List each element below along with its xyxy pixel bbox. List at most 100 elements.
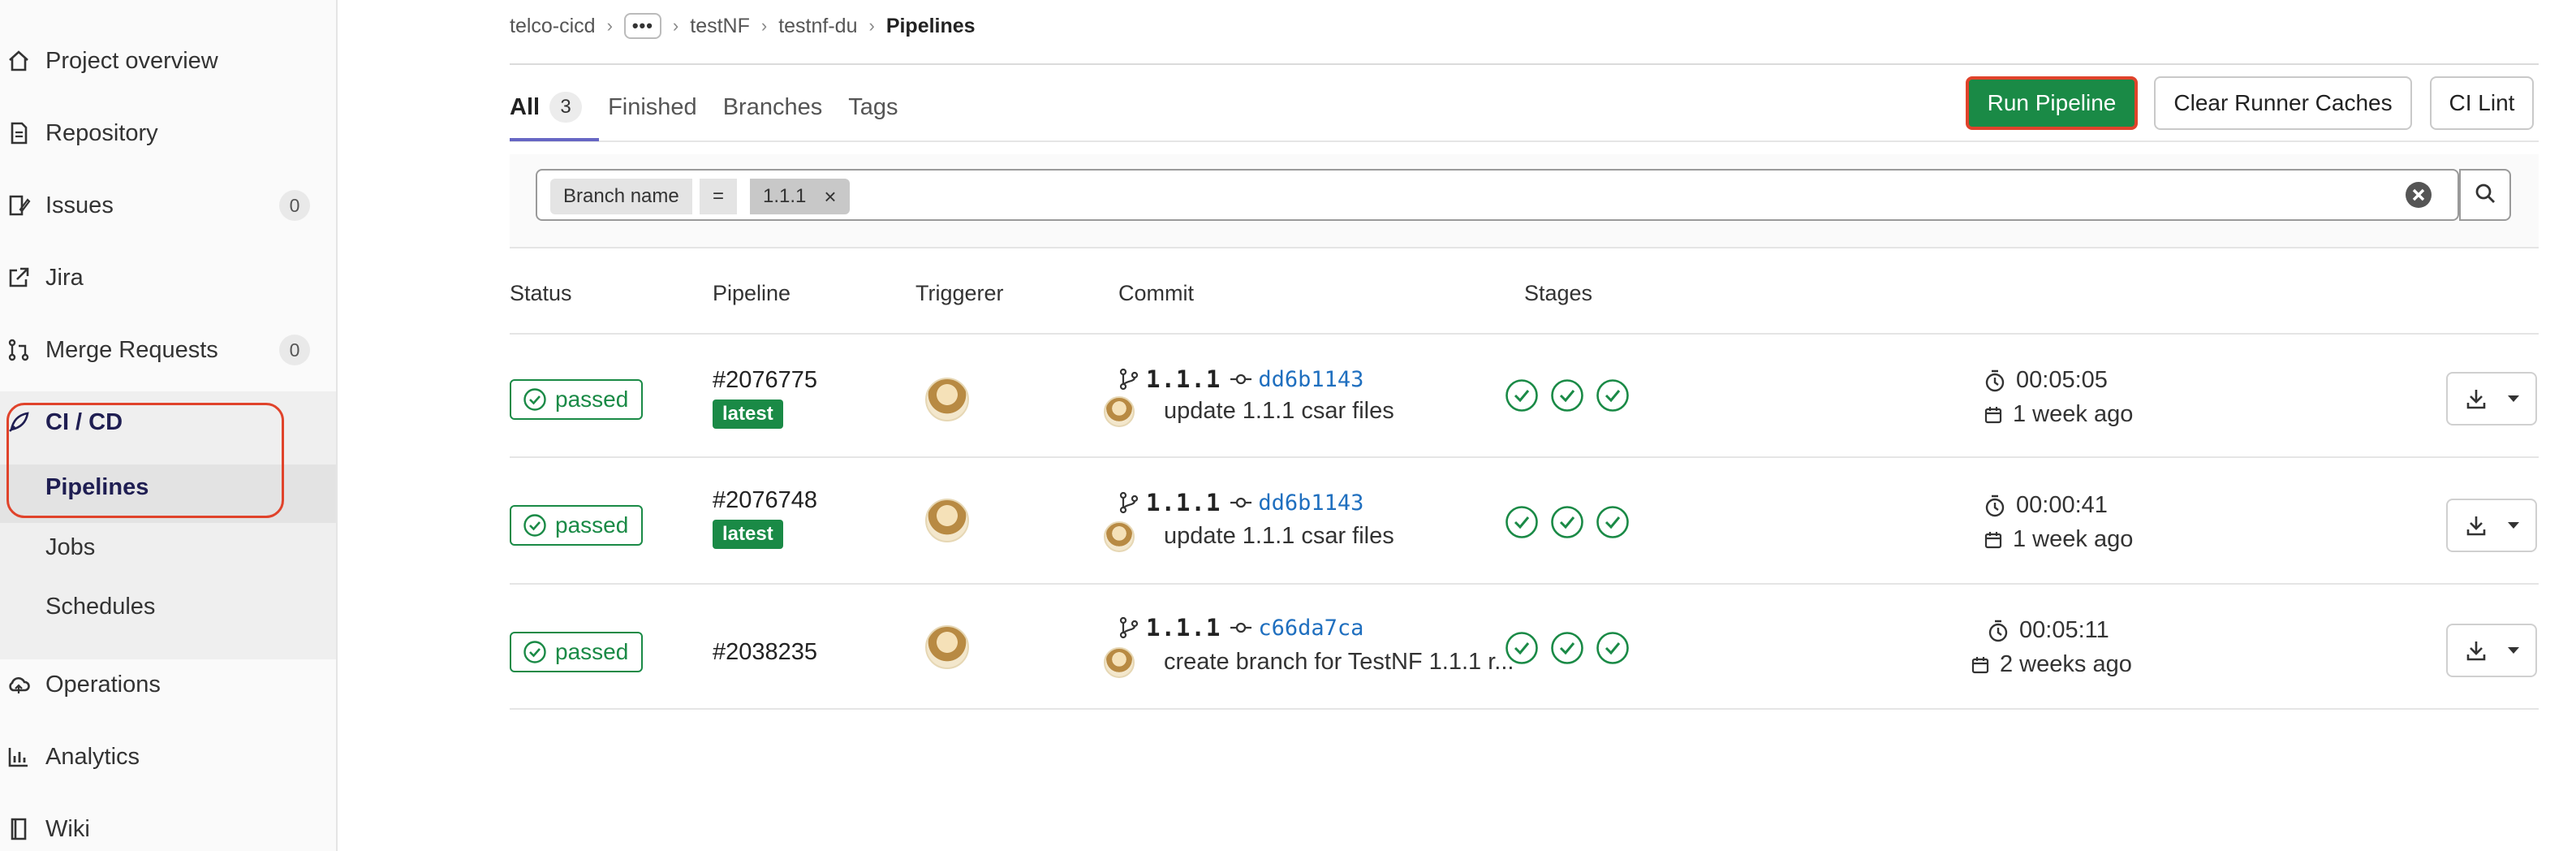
status-badge[interactable]: passed — [510, 379, 643, 420]
clear-search-icon[interactable] — [2404, 180, 2433, 210]
download-icon — [2466, 390, 2486, 409]
chevron-down-icon — [2508, 395, 2519, 402]
status-badge[interactable]: passed — [510, 632, 643, 672]
stage-passed-icon[interactable] — [1596, 631, 1630, 665]
stage-passed-icon[interactable] — [1596, 505, 1630, 539]
commit-ref: 1.1.1 dd6b1143 — [1118, 365, 1363, 393]
divider — [510, 583, 2539, 585]
sidebar-item-label: Merge Requests — [45, 336, 218, 363]
branch-icon — [1119, 368, 1139, 391]
sidebar-item-wiki[interactable]: Wiki — [0, 801, 336, 851]
stage-passed-icon[interactable] — [1550, 631, 1584, 665]
timer-icon — [1985, 369, 2005, 391]
stage-passed-icon[interactable] — [1505, 505, 1539, 539]
pipeline-tabs: All 3 Finished Branches Tags — [510, 73, 924, 141]
commit-author-avatar[interactable] — [1104, 396, 1135, 427]
sidebar-subitem-schedules[interactable]: Schedules — [45, 594, 155, 620]
chevron-down-icon — [2508, 647, 2519, 654]
sidebar-item-repository[interactable]: Repository — [0, 105, 336, 162]
commit-message-link[interactable]: update 1.1.1 csar files — [1164, 523, 1394, 550]
filter-token-name[interactable]: Branch name — [550, 179, 692, 214]
breadcrumb-more-button[interactable]: ••• — [623, 13, 661, 39]
tab-count-badge: 3 — [549, 92, 583, 123]
stage-passed-icon[interactable] — [1550, 505, 1584, 539]
commit-message-link[interactable]: create branch for TestNF 1.1.1 r... — [1164, 649, 1514, 676]
sidebar-item-label: Jira — [45, 264, 84, 291]
stage-passed-icon[interactable] — [1550, 378, 1584, 413]
pipeline-id-link[interactable]: #2076748 — [713, 487, 817, 514]
duration: 00:00:41 — [1984, 492, 2108, 519]
filter-token-operator[interactable]: = — [700, 179, 738, 214]
pipeline-id-link[interactable]: #2076775 — [713, 367, 817, 394]
breadcrumb-item-subgroup[interactable]: testNF — [690, 15, 750, 38]
highlight-annotation-box — [6, 403, 284, 518]
ci-lint-button[interactable]: CI Lint — [2430, 76, 2534, 130]
avatar[interactable] — [925, 499, 969, 542]
status-badge[interactable]: passed — [510, 505, 643, 546]
tab-label: Finished — [608, 93, 697, 120]
document-icon — [5, 119, 32, 147]
chevron-right-icon: › — [868, 15, 875, 36]
stage-passed-icon[interactable] — [1505, 631, 1539, 665]
download-artifacts-button[interactable] — [2446, 499, 2537, 552]
sidebar-item-jira[interactable]: Jira — [0, 249, 336, 306]
commit-ref: 1.1.1 c66da7ca — [1118, 614, 1363, 641]
duration-text: 00:05:11 — [2019, 617, 2109, 643]
commit-ref: 1.1.1 dd6b1143 — [1118, 489, 1363, 516]
tab-label: All — [510, 93, 541, 120]
tab-finished[interactable]: Finished — [608, 73, 697, 141]
commit-author-avatar[interactable] — [1104, 647, 1135, 678]
sidebar-item-merge-requests[interactable]: Merge Requests 0 — [0, 322, 336, 378]
commit-author-avatar[interactable] — [1104, 521, 1135, 552]
filtered-search-input[interactable]: Branch name = 1.1.1 × — [536, 169, 2459, 221]
breadcrumb-item-project[interactable]: testnf-du — [778, 15, 857, 38]
branch-ref-link[interactable]: 1.1.1 — [1146, 365, 1221, 393]
pipeline-id-link[interactable]: #2038235 — [713, 639, 817, 666]
download-artifacts-button[interactable] — [2446, 624, 2537, 677]
stage-passed-icon[interactable] — [1505, 378, 1539, 413]
commit-sha-link[interactable]: dd6b1143 — [1258, 367, 1363, 392]
divider — [510, 140, 2539, 142]
chevron-right-icon: › — [672, 15, 679, 36]
commit-message-link[interactable]: update 1.1.1 csar files — [1164, 398, 1394, 425]
search-button[interactable] — [2459, 169, 2511, 221]
issues-count-badge: 0 — [279, 190, 310, 221]
commit-icon — [1230, 497, 1252, 508]
status-text: passed — [555, 639, 629, 664]
sidebar-item-label: Wiki — [45, 815, 90, 842]
commit-sha-link[interactable]: c66da7ca — [1258, 616, 1363, 641]
remove-token-icon[interactable]: × — [824, 184, 836, 210]
download-artifacts-button[interactable] — [2446, 372, 2537, 426]
avatar[interactable] — [925, 625, 969, 669]
clear-runner-caches-button[interactable]: Clear Runner Caches — [2154, 76, 2412, 130]
sidebar-item-operations[interactable]: Operations — [0, 656, 336, 713]
tab-branches[interactable]: Branches — [723, 73, 823, 141]
finished-at: 2 weeks ago — [1971, 651, 2132, 678]
sidebar-item-analytics[interactable]: Analytics — [0, 728, 336, 785]
sidebar-subitem-jobs[interactable]: Jobs — [45, 534, 95, 561]
branch-icon — [1119, 616, 1139, 639]
branch-ref-link[interactable]: 1.1.1 — [1146, 489, 1221, 516]
download-icon — [2466, 516, 2486, 536]
breadcrumb-item-current[interactable]: Pipelines — [886, 15, 976, 38]
divider — [510, 456, 2539, 458]
sidebar-item-issues[interactable]: Issues 0 — [0, 177, 336, 234]
sidebar-item-label: Operations — [45, 671, 161, 698]
tab-tags[interactable]: Tags — [848, 73, 898, 141]
finished-at: 1 week ago — [1984, 401, 2133, 428]
tab-all[interactable]: All 3 — [510, 73, 583, 141]
avatar[interactable] — [925, 378, 969, 421]
filter-token-value[interactable]: 1.1.1 × — [750, 179, 850, 214]
run-pipeline-button[interactable]: Run Pipeline — [1966, 76, 2138, 130]
branch-ref-link[interactable]: 1.1.1 — [1146, 614, 1221, 641]
commit-sha-link[interactable]: dd6b1143 — [1258, 490, 1363, 516]
column-header-pipeline: Pipeline — [713, 281, 791, 305]
merge-requests-count-badge: 0 — [279, 335, 310, 365]
breadcrumb-item-group[interactable]: telco-cicd — [510, 15, 596, 38]
stage-passed-icon[interactable] — [1596, 378, 1630, 413]
divider — [510, 708, 2539, 710]
duration-text: 00:05:05 — [2016, 367, 2108, 393]
finished-text: 2 weeks ago — [2000, 651, 2132, 677]
sidebar-item-project-overview[interactable]: Project overview — [0, 32, 336, 89]
status-text: passed — [555, 387, 629, 412]
